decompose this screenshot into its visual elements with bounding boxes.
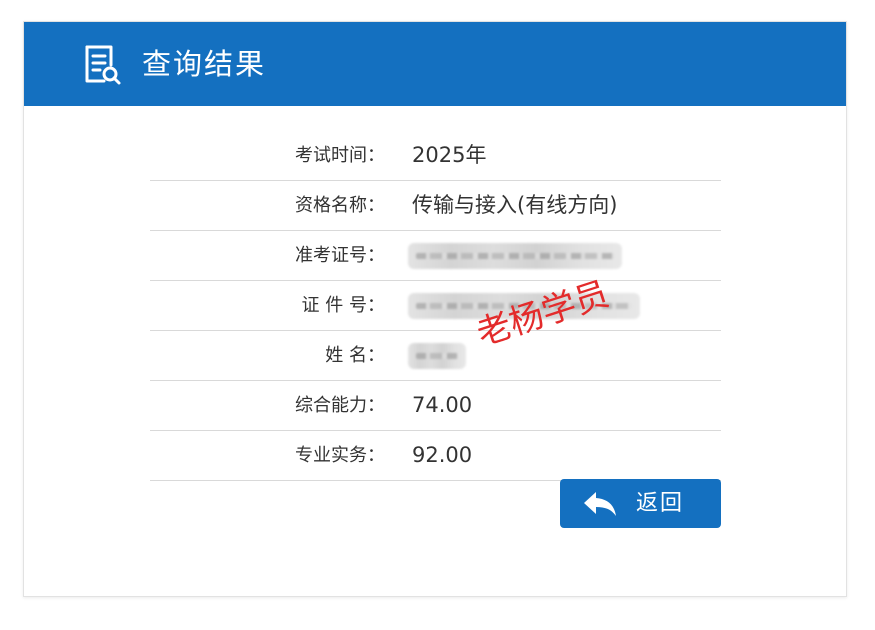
result-row-professional-practice: 专业实务： 92.00: [150, 431, 721, 481]
qualification-value: 传输与接入(有线方向): [412, 193, 618, 217]
qualification-label: 资格名称：: [295, 195, 385, 216]
professional-practice-score: 92.00: [412, 443, 473, 467]
result-details-table: 考试时间： 2025年 资格名称： 传输与接入(有线方向) 准考证号： 证 件 …: [150, 131, 721, 481]
result-row-id-number: 证 件 号：: [150, 281, 721, 331]
admission-number-label: 准考证号：: [295, 245, 385, 266]
comprehensive-ability-label: 综合能力：: [295, 395, 385, 416]
reply-arrow-icon: [584, 492, 616, 516]
document-search-icon: [85, 45, 121, 85]
id-number-redacted-value: [408, 293, 640, 319]
result-row-qualification: 资格名称： 传输与接入(有线方向): [150, 181, 721, 231]
result-row-name: 姓 名：: [150, 331, 721, 381]
result-row-admission-number: 准考证号：: [150, 231, 721, 281]
query-result-card: 查询结果 考试时间： 2025年 资格名称： 传输与接入(有线方向) 准考证号：…: [23, 21, 847, 597]
page-title: 查询结果: [142, 47, 267, 81]
professional-practice-label: 专业实务：: [295, 445, 385, 466]
back-button[interactable]: 返回: [560, 479, 721, 528]
result-row-comprehensive-ability: 综合能力： 74.00: [150, 381, 721, 431]
result-row-exam-time: 考试时间： 2025年: [150, 131, 721, 181]
back-button-label: 返回: [636, 491, 685, 516]
result-header: 查询结果: [24, 22, 846, 106]
redaction-mask: [416, 253, 614, 259]
exam-time-value: 2025年: [412, 143, 487, 167]
name-redacted-value: [408, 343, 466, 369]
redaction-mask: [416, 353, 458, 359]
exam-time-label: 考试时间：: [295, 145, 385, 166]
name-label: 姓 名：: [325, 345, 385, 366]
admission-number-redacted-value: [408, 243, 622, 269]
comprehensive-ability-score: 74.00: [412, 393, 473, 417]
id-number-label: 证 件 号：: [301, 295, 385, 316]
redaction-mask: [416, 303, 632, 309]
